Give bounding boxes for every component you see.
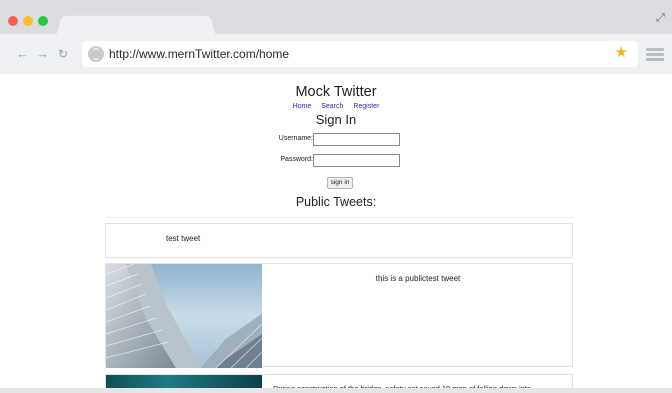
site-title: Mock Twitter (295, 84, 377, 100)
tab-strip: ⤢ (0, 0, 672, 36)
back-arrow-icon[interactable]: ← (16, 47, 29, 61)
top-nav: Home Search Register (0, 103, 672, 110)
reload-icon[interactable]: ↻ (58, 47, 68, 61)
username-field[interactable] (313, 133, 400, 146)
web-page: Mock Twitter Home Search Register Sign I… (0, 74, 672, 393)
browser-tab[interactable] (56, 15, 216, 36)
close-window-button[interactable] (8, 16, 18, 26)
forward-arrow-icon[interactable]: → (36, 47, 49, 61)
password-label: Password: (280, 156, 313, 163)
tweet-text: this is a publictest tweet (375, 274, 461, 283)
signin-button[interactable]: sign in (327, 177, 353, 189)
tweet-image (106, 264, 262, 368)
expand-icon[interactable]: ⤢ (656, 12, 668, 24)
browser-toolbar: ← → ↻ http://www.mernTwitter.com/home ★ (0, 34, 672, 74)
hamburger-menu-icon[interactable] (646, 48, 664, 61)
minimize-window-button[interactable] (23, 16, 33, 26)
tweet-card: this is a publictest tweet (105, 263, 573, 368)
tweet-card: test tweet (105, 223, 573, 258)
username-row: Username: (0, 133, 672, 147)
tweet-text: test tweet (166, 234, 201, 243)
public-tweets-heading: Public Tweets: (295, 195, 377, 209)
globe-icon (88, 46, 104, 62)
password-field[interactable] (313, 154, 400, 167)
maximize-window-button[interactable] (38, 16, 48, 26)
signin-heading: Sign In (315, 112, 357, 127)
nav-link-search[interactable]: Search (321, 103, 343, 110)
star-icon[interactable]: ★ (615, 45, 628, 61)
nav-link-register[interactable]: Register (353, 103, 379, 110)
url-text: http://www.mernTwitter.com/home (109, 47, 290, 61)
divider (106, 217, 574, 218)
username-label: Username: (278, 135, 313, 142)
nav-link-home[interactable]: Home (293, 103, 312, 110)
password-row: Password: (0, 154, 672, 168)
horizontal-scrollbar[interactable] (0, 388, 672, 393)
browser-chrome: ⤢ ← → ↻ http://www.mernTwitter.com/home … (0, 0, 672, 74)
address-bar[interactable]: http://www.mernTwitter.com/home ★ (82, 41, 638, 67)
